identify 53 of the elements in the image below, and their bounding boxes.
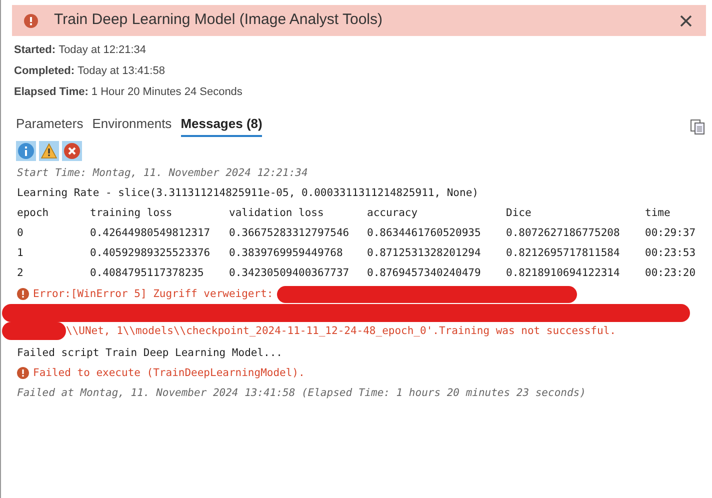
filter-toggle[interactable] [39,140,59,160]
timestamp-message: Failed at Montag, 11. November 2024 13:41:58 (Elapsed Time: 1 hours 20 minutes 23 seconds) [17,386,587,400]
close-button[interactable] [678,12,694,28]
table-cell-text: 0.8218910694122314 [506,266,621,280]
column-header: Dice [506,206,532,220]
tab[interactable]: Messages (8) [180,114,262,136]
filter-toggle[interactable] [16,140,36,160]
column-header: time [645,206,672,220]
table-cell-text: 0.34230509400367737 [229,266,350,280]
message-text: Learning Rate - slice(3.311311214825911e-05, 0.0003311311214825911, None) [17,186,480,200]
detail-value: 1 Hour 20 Minutes 24 Seconds [91,85,242,100]
table-cell-text: 0.40592989325523376 [90,246,212,260]
table-cell-text: 0.8769457340240479 [367,266,482,280]
error-icon [17,288,29,300]
detail-value: Today at 12:21:34 [58,43,146,58]
column-header: training loss [90,206,174,220]
table-cell-text: 0.3839769959449768 [229,246,344,260]
column-header: accuracy [367,206,419,220]
column-header: validation loss [229,206,325,220]
error-icon [17,366,29,378]
detail-label: Elapsed Time: [14,85,88,100]
table-cell-text: 0.8634461760520935 [367,226,482,240]
table-cell-text: 00:29:37 [645,226,697,240]
column-header: epoch [17,206,50,220]
table-cell-text: 00:23:53 [645,246,697,260]
window-title: Train Deep Learning Model (Image Analyst Tools) [54,10,383,30]
table-cell-text: 0.8072627186775208 [506,226,621,240]
error-icon [24,14,38,28]
copy-icon[interactable] [690,118,706,134]
error-message: Error:[WinError 5] Zugriff verweigert: [33,287,274,301]
table-cell-text: 1 [17,246,24,260]
table-cell-text: 0.4084795117378235 [90,266,205,280]
error-icon [64,142,80,158]
table-cell-text: 0.36675283312797546 [229,226,350,240]
warning-icon [41,142,57,158]
close-icon [680,14,692,26]
error-message: Failed to execute (TrainDeepLearningModel). [33,366,305,380]
detail-label: Started: [14,43,56,58]
table-cell-text: 0.8712531328201294 [367,246,482,260]
detail-value: Today at 13:41:58 [78,64,165,80]
table-cell-text: 0.42644980549812317 [90,226,212,240]
filter-toggle[interactable] [62,140,82,160]
error-message: \\UNet, 1\\models\\checkpoint_2024-11-11_12-24-48_epoch_0'.Training was not successful. [66,324,616,338]
tab[interactable]: Environments [92,114,172,136]
timestamp-message: Start Time: Montag, 11. November 2024 12:21:34 [17,166,309,180]
table-cell-text: 00:23:20 [645,266,697,280]
detail-label: Completed: [14,64,74,80]
table-cell-text: 0 [17,226,24,240]
table-cell-text: 0.8212695717811584 [506,246,621,260]
message-text: Failed script Train Deep Learning Model... [17,346,284,360]
tab[interactable]: Parameters [16,114,84,136]
info-icon [18,142,34,158]
table-cell-text: 2 [17,266,24,280]
